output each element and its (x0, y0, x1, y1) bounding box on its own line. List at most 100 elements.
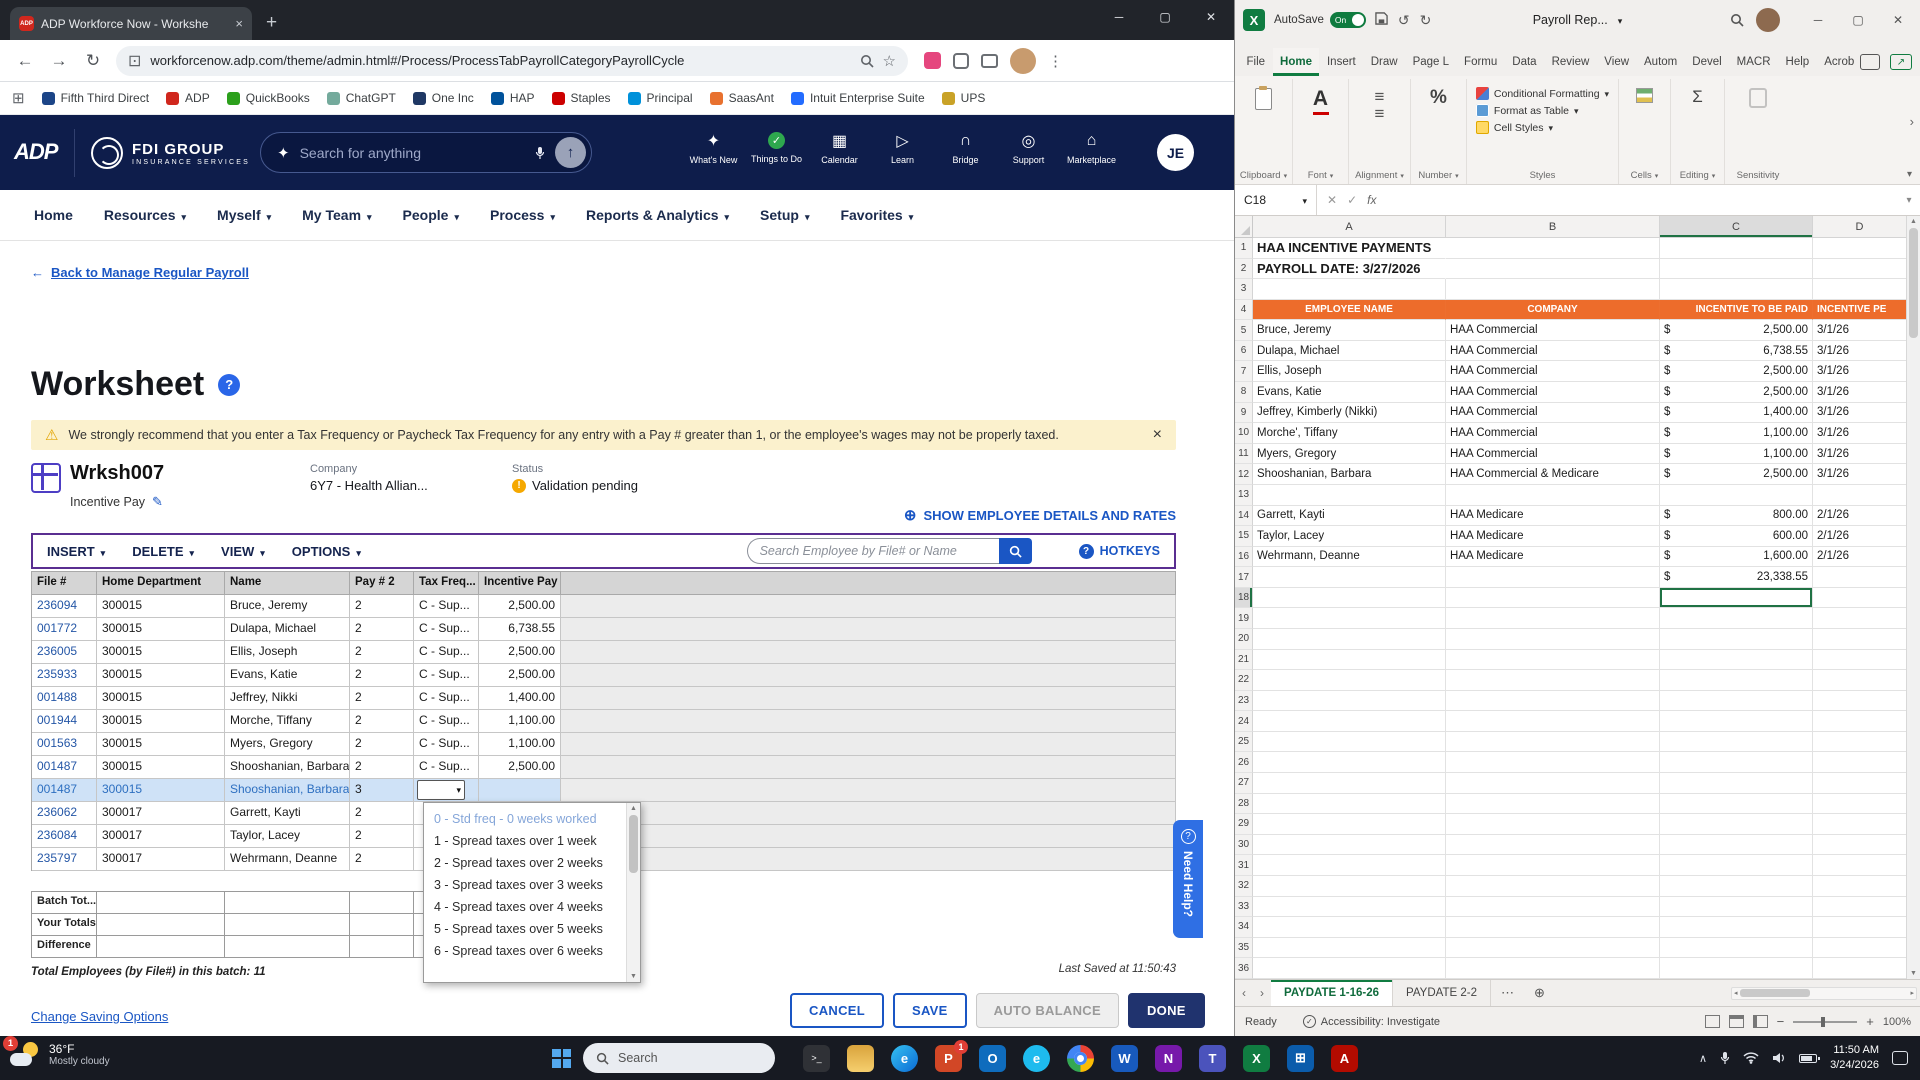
cell-A3[interactable] (1253, 279, 1446, 300)
bookmark-item[interactable]: Fifth Third Direct (41, 91, 149, 105)
cancel-entry-icon[interactable]: ✕ (1327, 193, 1337, 207)
taskbar-clock[interactable]: 11:50 AM 3/24/2026 (1830, 1043, 1879, 1073)
cell-D9[interactable]: 3/1/26 (1813, 402, 1907, 424)
cell-A20[interactable] (1253, 628, 1446, 650)
dropdown-option[interactable]: 5 - Spread taxes over 5 weeks (424, 918, 626, 940)
cell-C3[interactable] (1660, 279, 1813, 300)
zoom-in-icon[interactable]: + (1866, 1014, 1874, 1029)
cell-tax-frequency[interactable]: C - Sup... (419, 667, 470, 681)
vertical-scrollbar[interactable]: ▲ ▼ (1906, 216, 1920, 979)
bookmark-item[interactable]: UPS (941, 91, 985, 105)
cell-C24[interactable] (1660, 711, 1813, 732)
toolbar-menu-button[interactable]: DELETE (132, 544, 194, 559)
cell-employee-name[interactable]: Jeffrey, Nikki (225, 687, 350, 710)
header-shortcut[interactable]: ✦ What's New (682, 127, 745, 165)
cell-A12[interactable]: Shooshanian, Barbara (1253, 464, 1446, 485)
taskbar-app-icon[interactable]: O (979, 1044, 1006, 1072)
header-shortcut[interactable]: ✓ Things to Do (745, 127, 808, 165)
row-number[interactable]: 19 (1235, 608, 1253, 629)
start-button[interactable] (552, 1048, 571, 1068)
cell-A25[interactable] (1253, 731, 1446, 753)
cell-B4[interactable]: COMPANY (1446, 299, 1660, 321)
undo-icon[interactable]: ↺ (1398, 12, 1410, 29)
table-row[interactable]: 001944 300015 Morche, Tiffany 2 C - Sup.… (32, 710, 1176, 733)
row-number[interactable]: 29 (1235, 814, 1253, 835)
adp-logo[interactable]: ADP (14, 139, 58, 165)
row-number[interactable]: 1 (1235, 238, 1253, 259)
cell-A22[interactable] (1253, 670, 1446, 691)
cell-D36[interactable] (1813, 958, 1907, 979)
autosave-toggle[interactable]: On (1329, 12, 1366, 28)
minimize-button[interactable]: ─ (1096, 0, 1142, 34)
cell-C36[interactable] (1660, 958, 1813, 979)
cell-B9[interactable]: HAA Commercial (1446, 402, 1660, 424)
back-to-payroll-link[interactable]: ← Back to Manage Regular Payroll (31, 265, 249, 280)
nav-item[interactable]: Favorites (840, 207, 913, 223)
cell-B15[interactable]: HAA Medicare (1446, 526, 1660, 547)
cell-B12[interactable]: HAA Commercial & Medicare (1446, 464, 1660, 485)
cell-C22[interactable] (1660, 670, 1813, 691)
totals-cell[interactable] (97, 936, 225, 958)
row-number[interactable]: 15 (1235, 526, 1253, 547)
cell-pay-number[interactable]: 2 (350, 848, 414, 871)
ribbon-tab[interactable]: View (1597, 48, 1637, 76)
font-button[interactable]: A (1312, 88, 1329, 115)
cell-tax-frequency[interactable]: C - Sup... (419, 598, 470, 612)
cell-employee-name[interactable]: Garrett, Kayti (225, 802, 350, 825)
cell-B34[interactable] (1446, 917, 1660, 938)
cell-A21[interactable] (1253, 649, 1446, 671)
cell-C28[interactable] (1660, 793, 1813, 815)
cell-incentive-pay[interactable] (479, 779, 561, 802)
side-panel-icon[interactable] (981, 53, 998, 68)
totals-cell[interactable] (225, 936, 350, 958)
cell-A31[interactable] (1253, 855, 1446, 876)
ribbon-collapse-icon[interactable]: ▾ (1907, 169, 1912, 180)
cell-D2[interactable] (1813, 258, 1907, 280)
table-row[interactable]: 001563 300015 Myers, Gregory 2 C - Sup..… (32, 733, 1176, 756)
cell-D29[interactable] (1813, 814, 1907, 835)
cell-file-number[interactable]: 001944 (32, 710, 97, 733)
need-help-button[interactable]: ? Need Help? (1173, 820, 1203, 938)
nav-item[interactable]: People (403, 207, 459, 223)
browser-menu-icon[interactable]: ⋮ (1048, 52, 1063, 70)
bookmark-item[interactable]: QuickBooks (226, 91, 310, 105)
ribbon-tab[interactable]: Review (1544, 48, 1597, 76)
ribbon-tab[interactable]: Insert (1319, 48, 1363, 76)
cell-C20[interactable] (1660, 628, 1813, 650)
comments-icon[interactable] (1860, 54, 1880, 70)
cell-A1[interactable]: HAA INCENTIVE PAYMENTS (1253, 238, 1446, 259)
cell-home-department[interactable]: 300015 (97, 710, 225, 733)
cell-C25[interactable] (1660, 731, 1813, 753)
cell-B7[interactable]: HAA Commercial (1446, 361, 1660, 383)
ribbon-tab[interactable]: Data (1505, 48, 1544, 76)
cell-C18[interactable] (1660, 587, 1813, 609)
nav-item[interactable]: Home (34, 207, 73, 223)
cell-file-number[interactable]: 001563 (32, 733, 97, 756)
col-header-file[interactable]: File # (32, 572, 97, 595)
autosave-control[interactable]: AutoSave On (1274, 12, 1366, 28)
back-icon[interactable]: ← (10, 46, 40, 76)
cell-B2[interactable] (1446, 258, 1660, 280)
sheet-tab[interactable]: PAYDATE 1-16-26 (1271, 980, 1394, 1006)
scroll-up-icon[interactable]: ▲ (1910, 218, 1917, 225)
cell-D17[interactable] (1813, 567, 1907, 588)
insert-function-icon[interactable]: fx (1367, 193, 1376, 207)
number-format-button[interactable]: % (1430, 88, 1447, 107)
header-shortcut[interactable]: ◎ Support (997, 127, 1060, 165)
cell-A2[interactable]: PAYROLL DATE: 3/27/2026 (1253, 259, 1446, 280)
cell-B35[interactable] (1446, 937, 1660, 959)
cell-home-department[interactable]: 300015 (97, 664, 225, 687)
cell-employee-name[interactable]: Shooshanian, Barbara (225, 779, 350, 802)
cell-employee-name[interactable]: Ellis, Joseph (225, 641, 350, 664)
maximize-button[interactable]: ▢ (1142, 0, 1188, 34)
cell-pay-number[interactable]: 2 (350, 802, 414, 825)
ribbon-tab[interactable]: Devel (1685, 48, 1729, 76)
cell-employee-name[interactable]: Morche, Tiffany (225, 710, 350, 733)
cell-tax-frequency[interactable]: C - Sup... (419, 713, 470, 727)
cell-D25[interactable] (1813, 731, 1907, 753)
scroll-down-icon[interactable]: ▼ (630, 973, 637, 980)
volume-icon[interactable] (1772, 1052, 1786, 1064)
cell-incentive-pay[interactable]: 2,500.00 (479, 641, 561, 664)
scrollbar-thumb[interactable] (629, 815, 638, 873)
bookmark-item[interactable]: Intuit Enterprise Suite (790, 91, 925, 105)
